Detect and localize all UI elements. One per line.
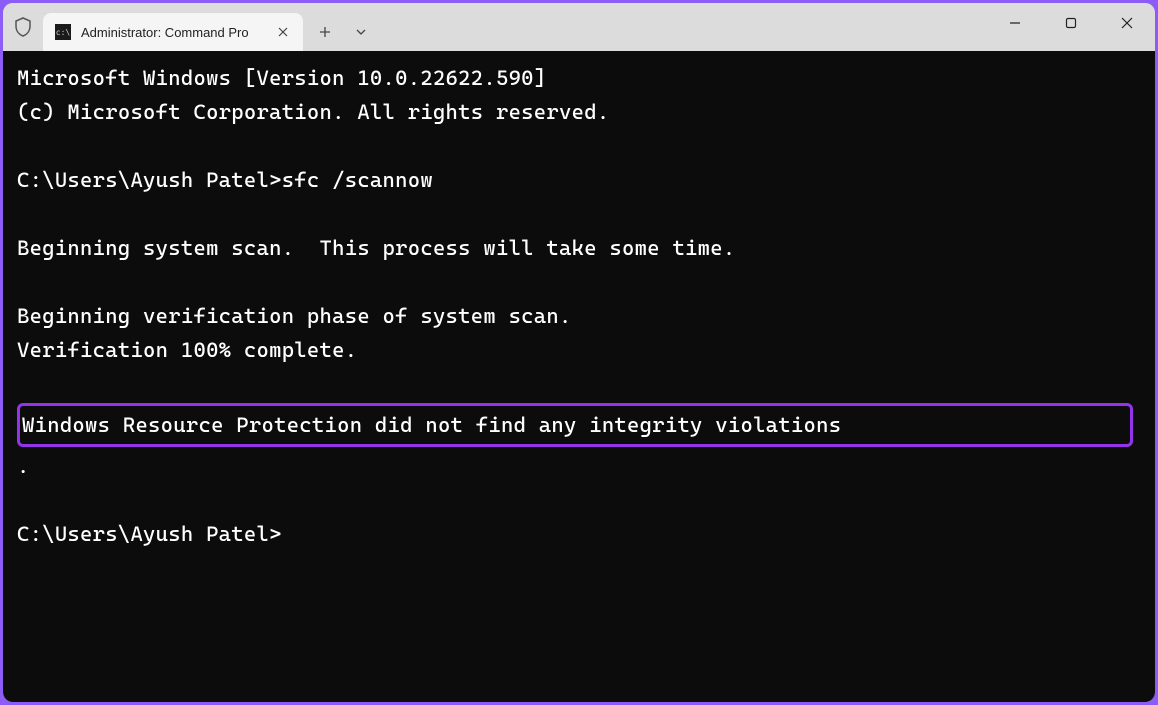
blank-line bbox=[17, 367, 1141, 401]
blank-line bbox=[17, 265, 1141, 299]
period-line: . bbox=[17, 449, 1141, 483]
blank-line bbox=[17, 483, 1141, 517]
minimize-button[interactable] bbox=[987, 3, 1043, 43]
prompt-line: C:\Users\Ayush Patel>sfc /scannow bbox=[17, 163, 1141, 197]
tab-close-button[interactable] bbox=[273, 22, 293, 42]
tab-dropdown-button[interactable] bbox=[343, 16, 379, 48]
maximize-button[interactable] bbox=[1043, 3, 1099, 43]
tab-title: Administrator: Command Pro bbox=[81, 25, 267, 40]
blank-line bbox=[17, 197, 1141, 231]
command-input: sfc /scannow bbox=[282, 163, 433, 197]
cmd-icon: c:\ bbox=[55, 24, 71, 40]
prompt-line: C:\Users\Ayush Patel> bbox=[17, 517, 1141, 551]
titlebar: c:\ Administrator: Command Pro bbox=[3, 3, 1155, 51]
version-line: Microsoft Windows [Version 10.0.22622.59… bbox=[17, 61, 1141, 95]
scan-begin-line: Beginning system scan. This process will… bbox=[17, 231, 1141, 265]
tab-active[interactable]: c:\ Administrator: Command Pro bbox=[43, 13, 303, 51]
prompt-path: C:\Users\Ayush Patel> bbox=[17, 163, 282, 197]
window-controls bbox=[987, 3, 1155, 43]
blank-line bbox=[17, 129, 1141, 163]
close-button[interactable] bbox=[1099, 3, 1155, 43]
terminal-content[interactable]: Microsoft Windows [Version 10.0.22622.59… bbox=[3, 51, 1155, 702]
shield-icon bbox=[13, 17, 33, 37]
result-line: Windows Resource Protection did not find… bbox=[17, 403, 1133, 447]
tab-actions bbox=[307, 13, 379, 51]
highlighted-result: Windows Resource Protection did not find… bbox=[17, 401, 1141, 449]
app-window: c:\ Administrator: Command Pro bbox=[3, 3, 1155, 702]
new-tab-button[interactable] bbox=[307, 16, 343, 48]
verification-phase-line: Beginning verification phase of system s… bbox=[17, 299, 1141, 333]
copyright-line: (c) Microsoft Corporation. All rights re… bbox=[17, 95, 1141, 129]
verification-complete-line: Verification 100% complete. bbox=[17, 333, 1141, 367]
